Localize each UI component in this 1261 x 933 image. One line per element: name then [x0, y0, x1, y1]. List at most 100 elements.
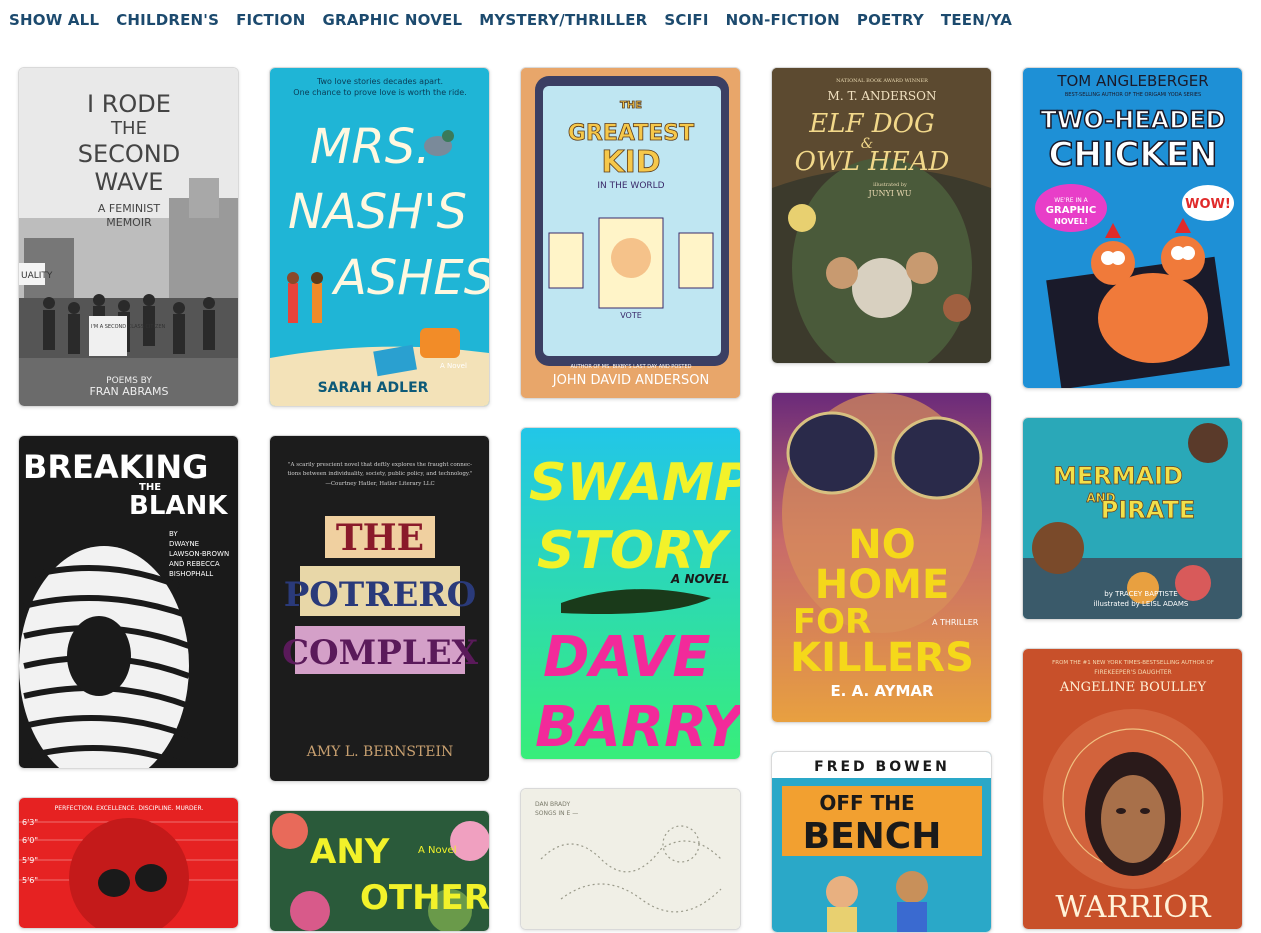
- height-mark: 6'0": [22, 836, 38, 845]
- cover-quote: tions between individuality, society, pu…: [287, 471, 472, 477]
- cover-author: ANGELINE BOULLEY: [1059, 680, 1207, 695]
- book-cover: FROM THE #1 NEW YORK TIMES-BESTSELLING A…: [1023, 649, 1242, 929]
- filter-scifi[interactable]: SCIFI: [664, 9, 708, 31]
- book-cover: SWAMP STORY A NOVEL DAVE BARRY: [521, 428, 740, 759]
- protest-sign-text-2: I'M A SECOND CLASS CITIZEN: [91, 324, 166, 330]
- cover-note: A THRILLER: [932, 618, 979, 627]
- cover-tagline: One chance to prove love is worth the ri…: [293, 88, 466, 97]
- cover-tagline: PERFECTION. EXCELLENCE. DISCIPLINE. MURD…: [55, 805, 204, 812]
- book-cover: NO HOME FOR KILLERS A THRILLER E. A. AYM…: [772, 393, 991, 722]
- cover-title: SONGS IN E —: [535, 810, 578, 817]
- book-cover: PERFECTION. EXCELLENCE. DISCIPLINE. MURD…: [19, 798, 238, 928]
- book-card-potrero-complex[interactable]: "A scarily prescient novel that deftly e…: [269, 435, 490, 782]
- filter-childrens[interactable]: CHILDREN'S: [116, 9, 219, 31]
- cover-blurb: FROM THE #1 NEW YORK TIMES-BESTSELLING A…: [1052, 660, 1214, 666]
- cover-author: BY: [169, 530, 178, 538]
- cover-author: BISHOPHALL: [169, 570, 213, 578]
- filter-graphic-novel[interactable]: GRAPHIC NOVEL: [322, 9, 462, 31]
- cover-author: FRAN ABRAMS: [89, 385, 168, 398]
- height-mark: 5'6": [22, 876, 38, 885]
- cover-title: WAVE: [95, 168, 164, 196]
- genre-filter-bar: SHOW ALL CHILDREN'S FICTION GRAPHIC NOVE…: [9, 9, 1029, 31]
- book-cover: "A scarily prescient novel that deftly e…: [270, 436, 489, 781]
- cover-author: by TRACEY BAPTISTE: [1104, 590, 1177, 598]
- cover-title: BENCH: [803, 816, 942, 857]
- cover-author: DAVE: [543, 625, 711, 690]
- cover-illustrator-label: illustrated by: [873, 182, 907, 188]
- cover-subtitle: IN THE WORLD: [597, 181, 664, 191]
- height-mark: 5'9": [22, 856, 38, 865]
- cover-title: ASHES: [331, 250, 489, 306]
- cover-title: SWAMP: [529, 453, 740, 513]
- cover-blurb: BEST-SELLING AUTHOR OF THE ORIGAMI YODA …: [1065, 92, 1201, 98]
- book-card-warrior[interactable]: FROM THE #1 NEW YORK TIMES-BESTSELLING A…: [1022, 648, 1243, 930]
- cover-title: KILLERS: [790, 635, 974, 681]
- cover-author: M. T. ANDERSON: [828, 89, 937, 103]
- cover-title: BREAKING: [23, 448, 208, 486]
- book-cover: FRED BOWEN OFF THE BENCH: [772, 752, 991, 932]
- cover-blurb: AUTHOR OF MS. BIXBY'S LAST DAY AND POSTE…: [570, 364, 691, 370]
- book-cover: ANY OTHER A Novel: [270, 811, 489, 931]
- cover-title: MRS.: [310, 119, 431, 175]
- book-cover: THE GREATEST KID IN THE WORLD VOTE AUTHO…: [521, 68, 740, 398]
- filter-poetry[interactable]: POETRY: [857, 9, 924, 31]
- book-card-swamp-story[interactable]: SWAMP STORY A NOVEL DAVE BARRY: [520, 427, 741, 760]
- cover-title: OTHER: [360, 878, 489, 918]
- filter-teen-ya[interactable]: TEEN/YA: [941, 9, 1012, 31]
- book-card-any-other[interactable]: ANY OTHER A Novel: [269, 810, 490, 932]
- book-card-i-rode-the-second-wave[interactable]: UALITY I'M A SECOND CLASS CITIZEN I RODE…: [18, 67, 239, 407]
- cover-author: TOM ANGLEBERGER: [1056, 72, 1208, 90]
- cover-author: DWAYNE: [169, 540, 199, 548]
- book-card-breaking-the-blank[interactable]: BREAKING THE BLANK BY DWAYNE LAWSON-BROW…: [18, 435, 239, 769]
- book-card-mrs-nashs-ashes[interactable]: Two love stories decades apart. One chan…: [269, 67, 490, 407]
- book-card-elf-dog-owl-head[interactable]: NATIONAL BOOK AWARD WINNER M. T. ANDERSO…: [771, 67, 992, 364]
- cover-tagline: Two love stories decades apart.: [316, 77, 443, 86]
- cover-note: A Novel: [418, 845, 456, 856]
- cover-title: WARRIOR: [1055, 890, 1212, 925]
- filter-show-all[interactable]: SHOW ALL: [9, 9, 99, 31]
- cover-title: COMPLEX: [282, 633, 479, 673]
- speech-bubble-text: WE'RE IN A: [1054, 197, 1088, 204]
- cover-title: MERMAID: [1053, 462, 1183, 490]
- book-card-greatest-kid[interactable]: THE GREATEST KID IN THE WORLD VOTE AUTHO…: [520, 67, 741, 399]
- height-mark: 6'3": [22, 818, 38, 827]
- filter-fiction[interactable]: FICTION: [236, 9, 305, 31]
- cover-title: SECOND: [78, 140, 180, 168]
- book-cover: TOM ANGLEBERGER BEST-SELLING AUTHOR OF T…: [1023, 68, 1242, 388]
- cover-author: SARAH ADLER: [318, 380, 429, 396]
- cover-author: DAN BRADY: [535, 801, 570, 808]
- cover-title: ANY: [310, 832, 390, 872]
- filter-mystery-thriller[interactable]: MYSTERY/THRILLER: [479, 9, 647, 31]
- book-cover: MERMAID AND PIRATE by TRACEY BAPTISTE il…: [1023, 418, 1242, 619]
- book-cover: NATIONAL BOOK AWARD WINNER M. T. ANDERSO…: [772, 68, 991, 363]
- speech-bubble-text: GRAPHIC: [1046, 205, 1096, 216]
- cover-title: CHICKEN: [1048, 135, 1217, 175]
- book-card-perfection[interactable]: PERFECTION. EXCELLENCE. DISCIPLINE. MURD…: [18, 797, 239, 929]
- book-card-no-home-for-killers[interactable]: NO HOME FOR KILLERS A THRILLER E. A. AYM…: [771, 392, 992, 723]
- protest-sign-text: UALITY: [21, 271, 53, 281]
- book-card-songs-in-e[interactable]: DAN BRADY SONGS IN E —: [520, 788, 741, 930]
- filter-non-fiction[interactable]: NON-FICTION: [726, 9, 840, 31]
- cover-title: THE: [110, 118, 147, 139]
- book-card-two-headed-chicken[interactable]: TOM ANGLEBERGER BEST-SELLING AUTHOR OF T…: [1022, 67, 1243, 389]
- cover-title: NASH'S: [288, 184, 467, 240]
- cover-blurb: FIREKEEPER'S DAUGHTER: [1094, 669, 1171, 676]
- cover-author: JOHN DAVID ANDERSON: [552, 373, 710, 388]
- cover-title: THE: [620, 100, 642, 111]
- book-card-mermaid-and-pirate[interactable]: MERMAID AND PIRATE by TRACEY BAPTISTE il…: [1022, 417, 1243, 620]
- cover-author: LAWSON-BROWN: [169, 550, 229, 558]
- speech-bubble-text: NOVEL!: [1054, 217, 1088, 226]
- cover-quote: "A scarily prescient novel that deftly e…: [288, 462, 472, 468]
- cover-title: TWO-HEADED: [1041, 106, 1226, 134]
- cover-title: OFF THE: [819, 791, 914, 815]
- cover-quote: —Courtney Hatler, Hatler Literary LLC: [325, 481, 434, 487]
- cover-title: KID: [601, 145, 660, 180]
- cover-note: A NOVEL: [670, 572, 729, 586]
- cover-award: NATIONAL BOOK AWARD WINNER: [836, 78, 928, 84]
- cover-author: FRED BOWEN: [814, 759, 950, 775]
- speech-bubble-wow: WOW!: [1185, 197, 1231, 212]
- cover-title: PIRATE: [1101, 496, 1195, 524]
- cover-author: BARRY: [535, 695, 740, 759]
- book-cover: DAN BRADY SONGS IN E —: [521, 789, 740, 929]
- cover-author: AND REBECCA: [169, 560, 220, 568]
